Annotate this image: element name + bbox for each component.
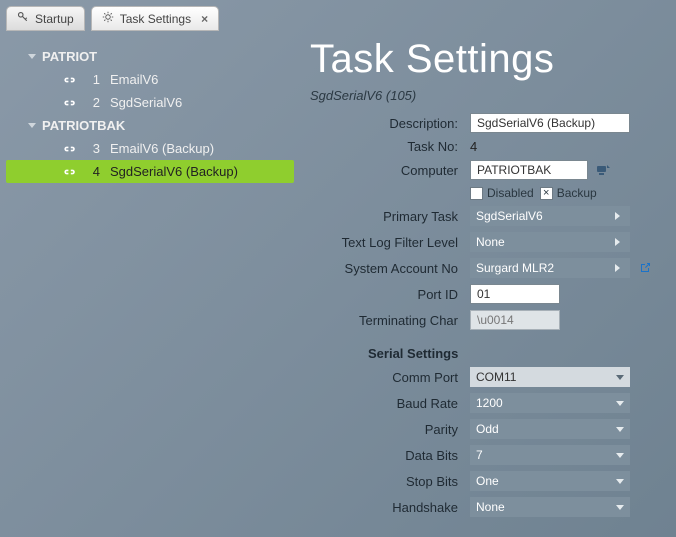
chain-icon bbox=[62, 143, 78, 155]
tree-item-label: EmailV6 (Backup) bbox=[110, 141, 214, 156]
chevron-right-icon bbox=[615, 264, 624, 272]
primary-task-select[interactable]: SgdSerialV6 bbox=[470, 206, 630, 226]
computer-input[interactable] bbox=[470, 160, 588, 180]
chevron-down-icon bbox=[616, 505, 624, 510]
caret-down-icon bbox=[28, 123, 36, 128]
tree-item-index: 1 bbox=[88, 72, 100, 87]
select-value: COM11 bbox=[476, 370, 516, 384]
task-subtitle: SgdSerialV6 (105) bbox=[310, 88, 662, 103]
tab-bar: Startup Task Settings × bbox=[0, 0, 676, 31]
tree-item-sgdserialv6-backup[interactable]: 4 SgdSerialV6 (Backup) bbox=[6, 160, 294, 183]
label-log-level: Text Log Filter Level bbox=[310, 235, 470, 250]
log-level-select[interactable]: None bbox=[470, 232, 630, 252]
tree-item-emailv6-backup[interactable]: 3 EmailV6 (Backup) bbox=[6, 137, 294, 160]
settings-panel: Task Settings SgdSerialV6 (105) Descript… bbox=[300, 31, 676, 536]
group-label: PATRIOT bbox=[42, 49, 97, 64]
select-value: One bbox=[476, 474, 499, 488]
select-value: 1200 bbox=[476, 396, 503, 410]
tree-item-index: 2 bbox=[88, 95, 100, 110]
label-handshake: Handshake bbox=[310, 500, 470, 515]
label-baud-rate: Baud Rate bbox=[310, 396, 470, 411]
tree-item-emailv6[interactable]: 1 EmailV6 bbox=[6, 68, 294, 91]
select-value: 7 bbox=[476, 448, 483, 462]
tree-item-index: 3 bbox=[88, 141, 100, 156]
chevron-down-icon bbox=[616, 453, 624, 458]
checkbox-checked-icon: × bbox=[540, 187, 553, 200]
checkbox-label: Backup bbox=[557, 186, 597, 200]
tree-item-index: 4 bbox=[88, 164, 100, 179]
taskno-value: 4 bbox=[470, 139, 477, 154]
checkbox-icon bbox=[470, 187, 483, 200]
select-value: None bbox=[476, 235, 505, 249]
disabled-checkbox[interactable]: Disabled bbox=[470, 186, 534, 200]
comm-port-select[interactable]: COM11 bbox=[470, 367, 630, 387]
label-description: Description: bbox=[310, 116, 470, 131]
chevron-down-icon bbox=[616, 401, 624, 406]
section-serial-settings: Serial Settings bbox=[368, 346, 662, 361]
tree-item-sgdserialv6[interactable]: 2 SgdSerialV6 bbox=[6, 91, 294, 114]
select-value: Surgard MLR2 bbox=[476, 261, 554, 275]
chevron-down-icon bbox=[616, 375, 624, 380]
chevron-right-icon bbox=[615, 238, 624, 246]
label-stop-bits: Stop Bits bbox=[310, 474, 470, 489]
external-link-icon[interactable] bbox=[636, 259, 654, 277]
system-account-select[interactable]: Surgard MLR2 bbox=[470, 258, 630, 278]
label-comm-port: Comm Port bbox=[310, 370, 470, 385]
tree-item-label: EmailV6 bbox=[110, 72, 158, 87]
backup-checkbox[interactable]: × Backup bbox=[540, 186, 597, 200]
tree-item-label: SgdSerialV6 bbox=[110, 95, 182, 110]
label-parity: Parity bbox=[310, 422, 470, 437]
tab-startup[interactable]: Startup bbox=[6, 6, 85, 31]
gear-icon bbox=[102, 11, 114, 26]
label-system-account: System Account No bbox=[310, 261, 470, 276]
parity-select[interactable]: Odd bbox=[470, 419, 630, 439]
checkbox-label: Disabled bbox=[487, 186, 534, 200]
label-taskno: Task No: bbox=[310, 139, 470, 154]
label-data-bits: Data Bits bbox=[310, 448, 470, 463]
page-title: Task Settings bbox=[310, 37, 662, 82]
tree-item-label: SgdSerialV6 (Backup) bbox=[110, 164, 238, 179]
chevron-down-icon bbox=[616, 479, 624, 484]
terminating-char-input bbox=[470, 310, 560, 330]
computer-browse-icon[interactable] bbox=[594, 161, 612, 179]
caret-down-icon bbox=[28, 54, 36, 59]
tab-label: Startup bbox=[35, 12, 74, 26]
baud-rate-select[interactable]: 1200 bbox=[470, 393, 630, 413]
description-input[interactable] bbox=[470, 113, 630, 133]
select-value: None bbox=[476, 500, 505, 514]
tree-group-patriotbak[interactable]: PATRIOTBAK bbox=[6, 114, 294, 137]
chevron-right-icon bbox=[615, 212, 624, 220]
label-terminating-char: Terminating Char bbox=[310, 313, 470, 328]
task-tree: PATRIOT 1 EmailV6 2 SgdSerialV6 PATRIOTB… bbox=[0, 31, 300, 536]
select-value: SgdSerialV6 bbox=[476, 209, 543, 223]
select-value: Odd bbox=[476, 422, 499, 436]
chain-icon bbox=[62, 166, 78, 178]
chevron-down-icon bbox=[616, 427, 624, 432]
port-id-input[interactable] bbox=[470, 284, 560, 304]
tab-label: Task Settings bbox=[120, 12, 191, 26]
group-label: PATRIOTBAK bbox=[42, 118, 125, 133]
key-icon bbox=[17, 11, 29, 26]
label-computer: Computer bbox=[310, 163, 470, 178]
chain-icon bbox=[62, 74, 78, 86]
close-icon[interactable]: × bbox=[201, 12, 208, 26]
stop-bits-select[interactable]: One bbox=[470, 471, 630, 491]
data-bits-select[interactable]: 7 bbox=[470, 445, 630, 465]
chain-icon bbox=[62, 97, 78, 109]
label-primary-task: Primary Task bbox=[310, 209, 470, 224]
handshake-select[interactable]: None bbox=[470, 497, 630, 517]
tree-group-patriot[interactable]: PATRIOT bbox=[6, 45, 294, 68]
tab-task-settings[interactable]: Task Settings × bbox=[91, 6, 219, 31]
label-port-id: Port ID bbox=[310, 287, 470, 302]
